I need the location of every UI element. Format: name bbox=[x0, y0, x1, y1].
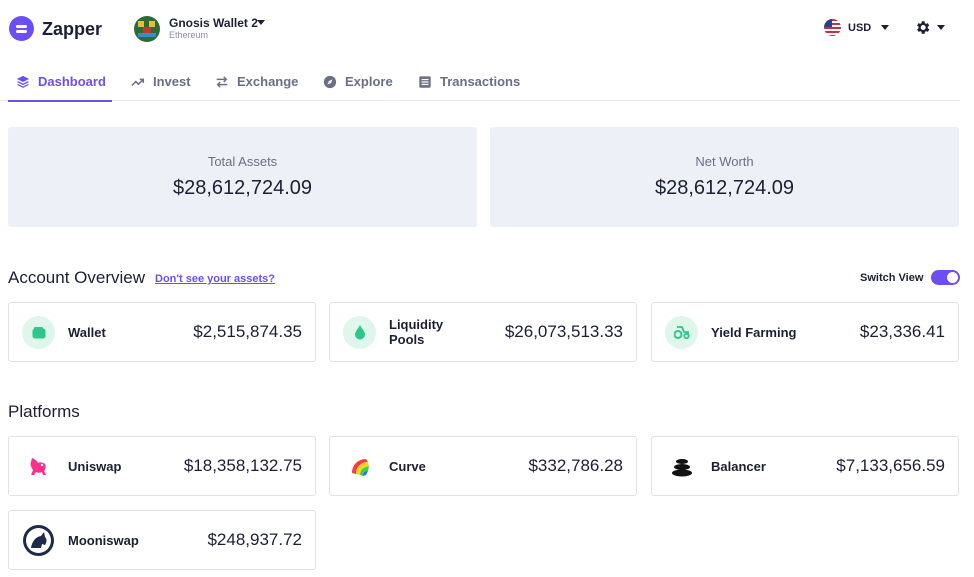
switch-view: Switch View bbox=[860, 270, 961, 285]
platform-card-uniswap[interactable]: Uniswap $18,358,132.75 bbox=[8, 436, 316, 496]
card-amount: $26,073,513.33 bbox=[504, 322, 623, 341]
wallet-selector[interactable]: Gnosis Wallet 2 Ethereum bbox=[134, 15, 265, 43]
card-amount: $248,937.72 bbox=[207, 530, 302, 549]
trend-icon bbox=[131, 78, 145, 86]
tractor-icon bbox=[665, 316, 698, 349]
chevron-down-icon bbox=[881, 25, 890, 30]
tab-exchange[interactable]: Exchange bbox=[215, 62, 298, 101]
list-icon bbox=[419, 75, 431, 88]
wallet-network: Ethereum bbox=[169, 30, 209, 40]
total-assets-value: $28,612,724.09 bbox=[172, 177, 313, 199]
settings-menu-button[interactable] bbox=[914, 19, 945, 36]
card-amount: $7,133,656.59 bbox=[836, 456, 945, 475]
missing-assets-link[interactable]: Don't see your assets? bbox=[155, 273, 275, 285]
card-name: Balancer bbox=[711, 458, 766, 474]
net-worth-label: Net Worth bbox=[695, 154, 754, 169]
overview-card-liquidity-pools[interactable]: Liquidity Pools $26,073,513.33 bbox=[329, 302, 637, 362]
chevron-down-icon bbox=[937, 25, 945, 30]
total-assets-label: Total Assets bbox=[207, 154, 278, 169]
platform-card-mooniswap[interactable]: Mooniswap $248,937.72 bbox=[8, 510, 316, 570]
overview-card-wallet[interactable]: Wallet $2,515,874.35 bbox=[8, 302, 316, 362]
tab-label: Invest bbox=[153, 74, 191, 89]
mooniswap-unicorn-icon bbox=[22, 524, 55, 557]
platform-card-balancer[interactable]: Balancer $7,133,656.59 bbox=[651, 436, 959, 496]
balancer-stack-icon bbox=[665, 450, 698, 483]
overview-card-yield-farming[interactable]: Yield Farming $23,336.41 bbox=[651, 302, 959, 362]
card-name: Mooniswap bbox=[68, 532, 139, 548]
tab-label: Transactions bbox=[440, 74, 521, 89]
wallet-avatar bbox=[134, 16, 160, 42]
wallet-text: Gnosis Wallet 2 Ethereum bbox=[169, 17, 258, 41]
uniswap-unicorn-icon bbox=[22, 450, 55, 483]
compass-icon bbox=[323, 75, 337, 88]
tab-explore[interactable]: Explore bbox=[323, 62, 393, 101]
tab-dashboard[interactable]: Dashboard bbox=[8, 62, 112, 102]
tab-label: Dashboard bbox=[38, 74, 106, 89]
platform-card-curve[interactable]: Curve $332,786.28 bbox=[329, 436, 637, 496]
wallet-icon bbox=[22, 316, 55, 349]
card-name: Wallet bbox=[68, 324, 106, 340]
card-amount: $332,786.28 bbox=[528, 456, 623, 475]
total-assets-card: Total Assets $28,612,724.09 bbox=[8, 127, 477, 227]
card-name: Curve bbox=[389, 458, 426, 474]
brand-name[interactable]: Zapper bbox=[42, 19, 102, 40]
zapper-logo-icon[interactable] bbox=[9, 16, 34, 41]
currency-selector[interactable]: USD bbox=[824, 19, 890, 36]
account-overview-title: Account Overview bbox=[8, 268, 145, 287]
chevron-down-icon bbox=[257, 20, 265, 25]
switch-view-label: Switch View bbox=[860, 271, 924, 284]
card-amount: $18,358,132.75 bbox=[183, 456, 302, 475]
switch-view-toggle[interactable] bbox=[931, 270, 961, 285]
tab-label: Explore bbox=[345, 74, 393, 89]
card-amount: $23,336.41 bbox=[859, 322, 945, 341]
droplet-icon bbox=[343, 316, 376, 349]
net-worth-card: Net Worth $28,612,724.09 bbox=[490, 127, 959, 227]
gear-icon bbox=[917, 21, 930, 34]
layers-icon bbox=[16, 75, 30, 88]
swap-arrows-icon bbox=[216, 75, 228, 88]
card-name: Liquidity Pools bbox=[389, 317, 444, 347]
top-bar: Zapper Gnosis Wallet 2 Ethereum USD bbox=[0, 0, 974, 56]
platforms-title: Platforms bbox=[8, 402, 80, 421]
tab-label: Exchange bbox=[237, 74, 299, 89]
curve-rainbow-icon bbox=[343, 450, 376, 483]
currency-label: USD bbox=[848, 21, 872, 34]
tab-invest[interactable]: Invest bbox=[131, 62, 191, 101]
card-name: Yield Farming bbox=[711, 324, 797, 340]
main-tabs: Dashboard Invest Exchange Explore Transa… bbox=[0, 62, 960, 102]
tab-transactions[interactable]: Transactions bbox=[418, 62, 520, 101]
card-amount: $2,515,874.35 bbox=[193, 322, 302, 341]
us-flag-icon bbox=[824, 19, 841, 36]
card-name: Uniswap bbox=[68, 458, 122, 474]
wallet-name: Gnosis Wallet 2 bbox=[169, 16, 258, 30]
net-worth-value: $28,612,724.09 bbox=[654, 177, 795, 199]
